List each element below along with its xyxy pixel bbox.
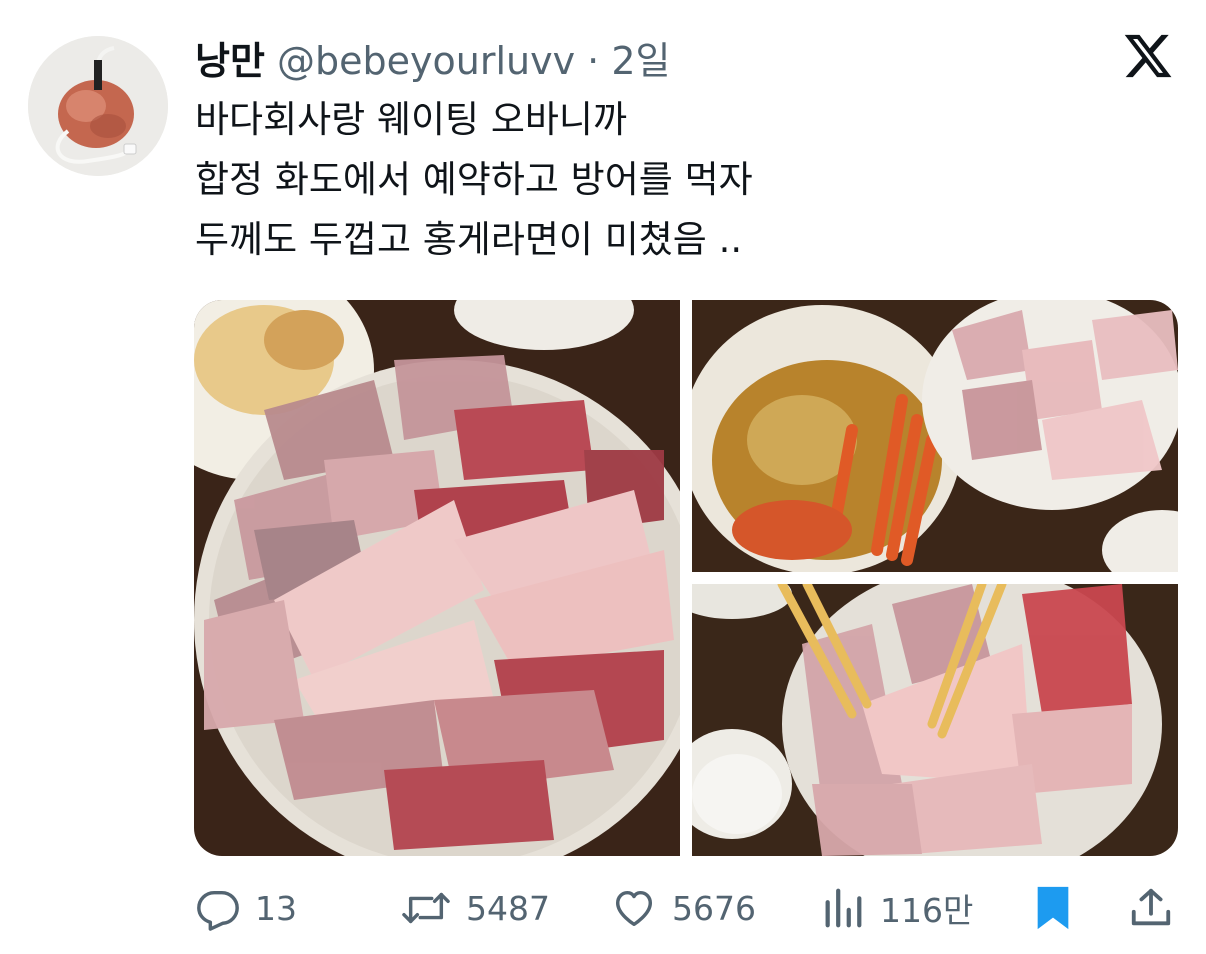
tweet-timestamp[interactable]: 2일: [611, 39, 670, 83]
peach-avatar-image: [28, 36, 168, 176]
retweet-icon: [402, 892, 450, 924]
tweet-line: 바다회사랑 웨이팅 오바니까: [195, 98, 628, 141]
views-icon: [825, 888, 862, 928]
reply-count: 13: [255, 888, 297, 928]
avatar[interactable]: [28, 36, 168, 176]
author-name[interactable]: 낭만: [195, 39, 265, 83]
like-count: 5676: [672, 888, 756, 928]
views-button[interactable]: 116만: [820, 878, 973, 938]
bookmark-icon: [1037, 886, 1069, 930]
media-grid: [194, 300, 1178, 856]
x-logo-icon[interactable]: [1122, 30, 1174, 82]
like-button[interactable]: 5676: [610, 878, 756, 938]
views-count: 116만: [880, 891, 974, 930]
retweet-count: 5487: [466, 888, 550, 928]
header-separator: ·: [587, 39, 600, 83]
photo-crab-ramen[interactable]: [692, 300, 1178, 572]
bookmark-button[interactable]: [1030, 878, 1076, 938]
share-icon: [1131, 888, 1171, 926]
author-handle[interactable]: @bebeyourluvv: [277, 39, 575, 83]
reply-button[interactable]: 13: [195, 878, 297, 938]
reply-icon: [197, 890, 239, 931]
share-button[interactable]: [1128, 878, 1174, 938]
photo-sashimi-plate[interactable]: [194, 300, 680, 856]
photo-chopsticks-sashimi[interactable]: [692, 584, 1178, 856]
tweet-line: 두께도 두껍고 홍게라면이 미쳤음 ..: [195, 218, 743, 261]
action-bar: 13 5487 5676 116만: [0, 878, 1206, 938]
tweet-text: 바다회사랑 웨이팅 오바니까 합정 화도에서 예약하고 방어를 먹자 두께도 두…: [195, 90, 1095, 270]
heart-icon: [615, 890, 653, 927]
tweet-header: 낭만 @bebeyourluvv · 2일: [195, 38, 671, 84]
retweet-button[interactable]: 5487: [400, 878, 550, 938]
tweet-line: 합정 화도에서 예약하고 방어를 먹자: [195, 158, 753, 201]
